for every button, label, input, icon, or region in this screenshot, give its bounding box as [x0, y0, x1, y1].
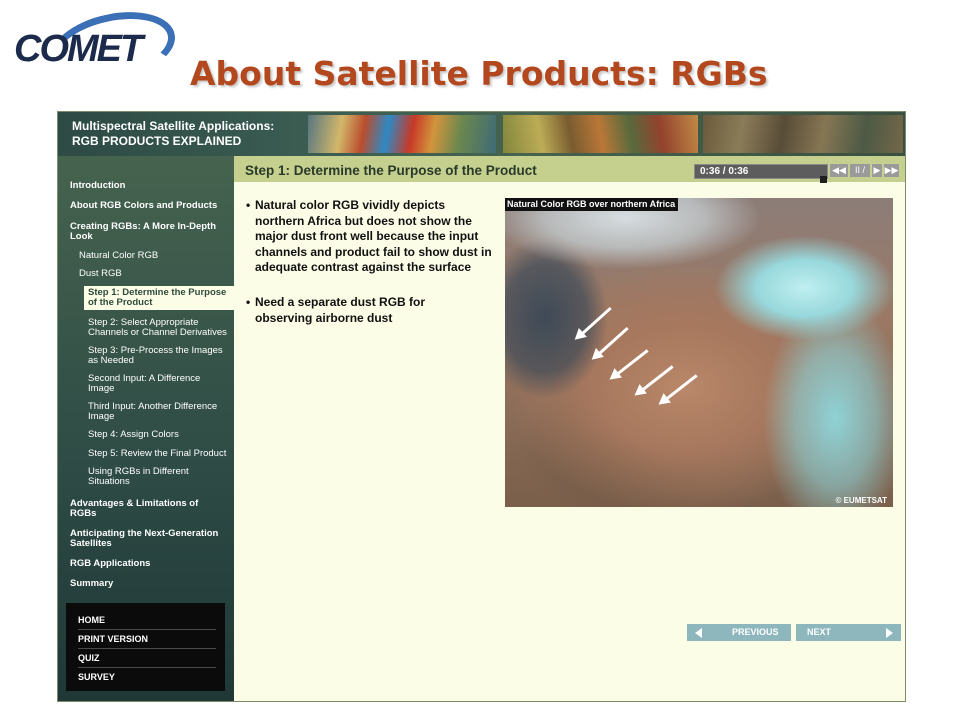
sidebar-item-introduction[interactable]: Introduction — [70, 181, 230, 191]
sidebar-item-step-3[interactable]: Step 3: Pre-Process the Images as Needed — [88, 346, 232, 366]
sidebar: Introduction About RGB Colors and Produc… — [58, 156, 234, 701]
sidebar-item-step-5[interactable]: Step 5: Review the Final Product — [88, 449, 232, 459]
banner-satellite-image-2 — [503, 115, 698, 153]
step-title: Step 1: Determine the Purpose of the Pro… — [245, 163, 537, 178]
sidebar-item-third-input[interactable]: Third Input: Another Difference Image — [88, 402, 232, 422]
arrow-left-icon — [695, 628, 702, 638]
module-banner: Multispectral Satellite Applications: RG… — [58, 112, 905, 156]
menu-quiz[interactable]: QUIZ — [78, 653, 216, 668]
sidebar-item-advantages-limitations[interactable]: Advantages & Limitations of RGBs — [70, 499, 220, 519]
bullet-dot: • — [246, 198, 251, 212]
menu-home[interactable]: HOME — [78, 615, 216, 630]
sidebar-item-creating-rgbs[interactable]: Creating RGBs: A More In-Depth Look — [70, 222, 230, 242]
playback-progress-bar[interactable]: 0:36 / 0:36 — [694, 164, 828, 179]
sidebar-item-second-input[interactable]: Second Input: A Difference Image — [88, 374, 218, 394]
arrow-right-icon — [886, 628, 893, 638]
playback-time: 0:36 / 0:36 — [700, 166, 749, 177]
comet-logo: COMET — [10, 1, 182, 93]
figure-caption: Natural Color RGB over northern Africa — [505, 198, 679, 211]
sidebar-item-about-rgb-colors[interactable]: About RGB Colors and Products — [70, 201, 230, 211]
sidebar-item-step-4[interactable]: Step 4: Assign Colors — [88, 430, 232, 440]
previous-button[interactable]: PREVIOUS — [687, 624, 791, 641]
content-header: Step 1: Determine the Purpose of the Pro… — [234, 156, 905, 183]
pause-icon[interactable]: II / — [850, 164, 870, 177]
rewind-icon[interactable]: ◀◀ — [830, 164, 848, 177]
forward-icon[interactable]: ▶▶ — [884, 164, 899, 177]
bullet-text: Need a separate dust RGB for observing a… — [255, 295, 426, 325]
logo-text: COMET — [14, 28, 143, 70]
sidebar-item-step-2[interactable]: Step 2: Select Appropriate Channels or C… — [88, 318, 232, 338]
next-button[interactable]: NEXT — [796, 624, 901, 641]
bottom-menu: HOME PRINT VERSION QUIZ SURVEY — [66, 603, 225, 691]
menu-print-version[interactable]: PRINT VERSION — [78, 634, 216, 649]
media-player: 0:36 / 0:36 ◀◀ II / ▶ ▶▶ — [694, 164, 899, 183]
sidebar-item-step-1[interactable]: Step 1: Determine the Purpose of the Pro… — [84, 286, 234, 310]
banner-title-line1: Multispectral Satellite Applications: — [72, 119, 275, 133]
bullet-dot: • — [246, 295, 251, 309]
menu-survey[interactable]: SURVEY — [78, 672, 216, 686]
figure-credit: © EUMETSAT — [835, 496, 887, 505]
play-icon[interactable]: ▶ — [872, 164, 882, 177]
bullet-text: Natural color RGB vividly depicts northe… — [255, 198, 492, 274]
sidebar-item-summary[interactable]: Summary — [70, 579, 230, 589]
slide-title: About Satellite Products: RGBs — [190, 54, 768, 93]
module-window: Multispectral Satellite Applications: RG… — [57, 111, 906, 702]
banner-satellite-image-3 — [703, 115, 903, 153]
sidebar-item-dust-rgb[interactable]: Dust RGB — [79, 269, 229, 279]
next-label: NEXT — [807, 627, 832, 637]
sidebar-item-rgb-applications[interactable]: RGB Applications — [70, 559, 230, 569]
banner-satellite-image-1 — [308, 115, 496, 153]
scrubber-handle[interactable] — [820, 176, 827, 183]
natural-color-rgb-image — [505, 198, 893, 507]
sidebar-item-using-rgbs[interactable]: Using RGBs in Different Situations — [88, 467, 218, 487]
satellite-image: Natural Color RGB over northern Africa ©… — [505, 198, 893, 507]
banner-title-line2: RGB PRODUCTS EXPLAINED — [72, 134, 242, 148]
sidebar-item-natural-color-rgb[interactable]: Natural Color RGB — [79, 251, 229, 261]
sidebar-item-next-generation[interactable]: Anticipating the Next-Generation Satelli… — [70, 529, 232, 549]
previous-label: PREVIOUS — [732, 627, 779, 637]
